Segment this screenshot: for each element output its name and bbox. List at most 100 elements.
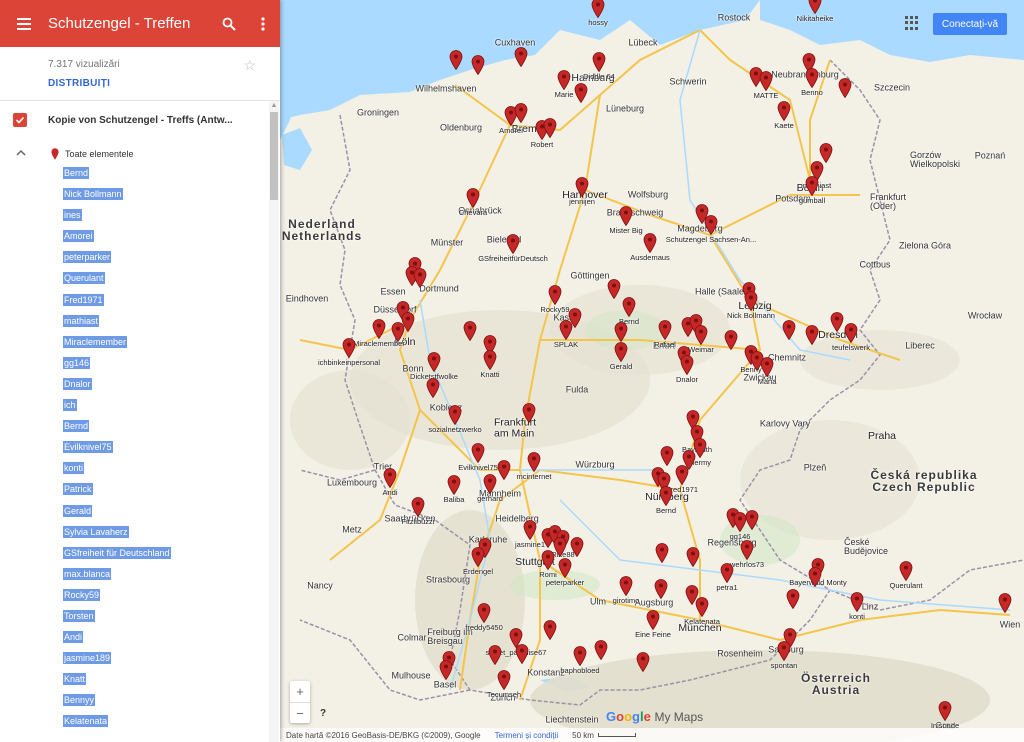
map-marker-icon[interactable]: [660, 446, 674, 466]
map-marker-icon[interactable]: [466, 188, 480, 208]
map-marker-icon[interactable]: [483, 350, 497, 370]
map-marker-icon[interactable]: [643, 233, 657, 253]
map-marker-icon[interactable]: [575, 177, 589, 197]
map-marker-icon[interactable]: [680, 355, 694, 375]
map-marker-icon[interactable]: [477, 603, 491, 623]
list-item[interactable]: Knatt: [0, 669, 268, 690]
map-marker-icon[interactable]: [655, 543, 669, 563]
map-marker-icon[interactable]: [497, 670, 511, 690]
map-marker-icon[interactable]: [614, 342, 628, 362]
map-marker-icon[interactable]: [449, 50, 463, 70]
map-marker-icon[interactable]: [619, 576, 633, 596]
map-marker-icon[interactable]: [514, 47, 528, 67]
map-marker-icon[interactable]: [850, 592, 864, 612]
list-item[interactable]: Nick Bollmann: [0, 184, 268, 205]
map-marker-icon[interactable]: [411, 497, 425, 517]
map-marker-icon[interactable]: [543, 620, 557, 640]
list-item[interactable]: jasmine189: [0, 648, 268, 669]
map-marker-icon[interactable]: [448, 405, 462, 425]
terms-link[interactable]: Termeni și condiții: [495, 731, 559, 740]
map-marker-icon[interactable]: [844, 323, 858, 343]
map-marker-icon[interactable]: [342, 338, 356, 358]
list-item[interactable]: Bernd: [0, 163, 268, 184]
map-marker-icon[interactable]: [636, 652, 650, 672]
map-marker-icon[interactable]: [426, 378, 440, 398]
list-item[interactable]: Miraclemember: [0, 332, 268, 353]
map-marker-icon[interactable]: [527, 452, 541, 472]
map-marker-icon[interactable]: [559, 320, 573, 340]
list-item[interactable]: konti: [0, 458, 268, 479]
map-marker-icon[interactable]: [573, 646, 587, 666]
list-item[interactable]: Sylvia Lavaherz: [0, 522, 268, 543]
map-marker-icon[interactable]: [541, 550, 555, 570]
list-item[interactable]: max.blanca: [0, 564, 268, 585]
map-marker-icon[interactable]: [592, 52, 606, 72]
layer-title[interactable]: Kopie von Schutzengel - Treffs (Antw...: [48, 115, 233, 126]
map-marker-icon[interactable]: [805, 68, 819, 88]
map-marker-icon[interactable]: [704, 215, 718, 235]
list-item[interactable]: mathiast: [0, 311, 268, 332]
map-marker-icon[interactable]: [808, 0, 822, 14]
list-item[interactable]: gg146: [0, 353, 268, 374]
map-marker-icon[interactable]: [686, 547, 700, 567]
star-icon[interactable]: ☆: [243, 57, 256, 74]
list-item[interactable]: Andi: [0, 627, 268, 648]
map-marker-icon[interactable]: [695, 597, 709, 617]
map-title[interactable]: Schutzengel - Treffen: [48, 15, 212, 32]
map-marker-icon[interactable]: [591, 0, 605, 18]
map-marker-icon[interactable]: [619, 206, 633, 226]
map-marker-icon[interactable]: [557, 70, 571, 90]
map-marker-icon[interactable]: [463, 321, 477, 341]
map-marker-icon[interactable]: [654, 579, 668, 599]
map-marker-icon[interactable]: [570, 537, 584, 557]
map-marker-icon[interactable]: [607, 279, 621, 299]
map-marker-icon[interactable]: [675, 465, 689, 485]
map-marker-icon[interactable]: [694, 325, 708, 345]
share-button[interactable]: DISTRIBUIȚI: [48, 78, 280, 89]
list-item[interactable]: Bernd: [0, 416, 268, 437]
map-marker-icon[interactable]: [740, 540, 754, 560]
map-marker-icon[interactable]: [659, 486, 673, 506]
map-marker-icon[interactable]: [523, 520, 537, 540]
map-marker-icon[interactable]: [998, 593, 1012, 613]
map-marker-icon[interactable]: [938, 701, 952, 721]
list-item[interactable]: Querulant: [0, 268, 268, 289]
map-marker-icon[interactable]: [488, 645, 502, 665]
map-marker-icon[interactable]: [745, 510, 759, 530]
chevron-up-icon[interactable]: [16, 149, 26, 157]
map-marker-icon[interactable]: [514, 103, 528, 123]
more-options-icon[interactable]: [246, 0, 280, 47]
map-marker-icon[interactable]: [483, 474, 497, 494]
list-item[interactable]: Patrick: [0, 479, 268, 500]
map-marker-icon[interactable]: [574, 83, 588, 103]
map-marker-icon[interactable]: [759, 71, 773, 91]
list-item[interactable]: Evilknivel75: [0, 437, 268, 458]
map-marker-icon[interactable]: [622, 297, 636, 317]
list-item[interactable]: GSfreiheit für Deutschland: [0, 543, 268, 564]
menu-icon[interactable]: [0, 0, 48, 47]
scrollbar-thumb[interactable]: [270, 112, 278, 200]
search-icon[interactable]: [212, 0, 246, 47]
list-item[interactable]: ines: [0, 205, 268, 226]
map-marker-icon[interactable]: [899, 561, 913, 581]
map-marker-icon[interactable]: [808, 567, 822, 587]
map-marker-icon[interactable]: [471, 55, 485, 75]
map-marker-icon[interactable]: [372, 319, 386, 339]
list-item[interactable]: Rocky59: [0, 585, 268, 606]
map-marker-icon[interactable]: [614, 322, 628, 342]
list-item[interactable]: Fred1971: [0, 290, 268, 311]
layer-checkbox[interactable]: [13, 113, 27, 127]
map-marker-icon[interactable]: [553, 537, 567, 557]
list-item[interactable]: Torsten: [0, 606, 268, 627]
map-marker-icon[interactable]: [427, 352, 441, 372]
map-marker-icon[interactable]: [720, 563, 734, 583]
map-marker-icon[interactable]: [543, 118, 557, 138]
zoom-in-button[interactable]: +: [290, 681, 310, 702]
map-marker-icon[interactable]: [744, 291, 758, 311]
map-marker-icon[interactable]: [471, 443, 485, 463]
map-marker-icon[interactable]: [782, 320, 796, 340]
map-marker-icon[interactable]: [383, 468, 397, 488]
map-marker-icon[interactable]: [506, 234, 520, 254]
map-marker-icon[interactable]: [724, 330, 738, 350]
map-marker-icon[interactable]: [497, 460, 511, 480]
